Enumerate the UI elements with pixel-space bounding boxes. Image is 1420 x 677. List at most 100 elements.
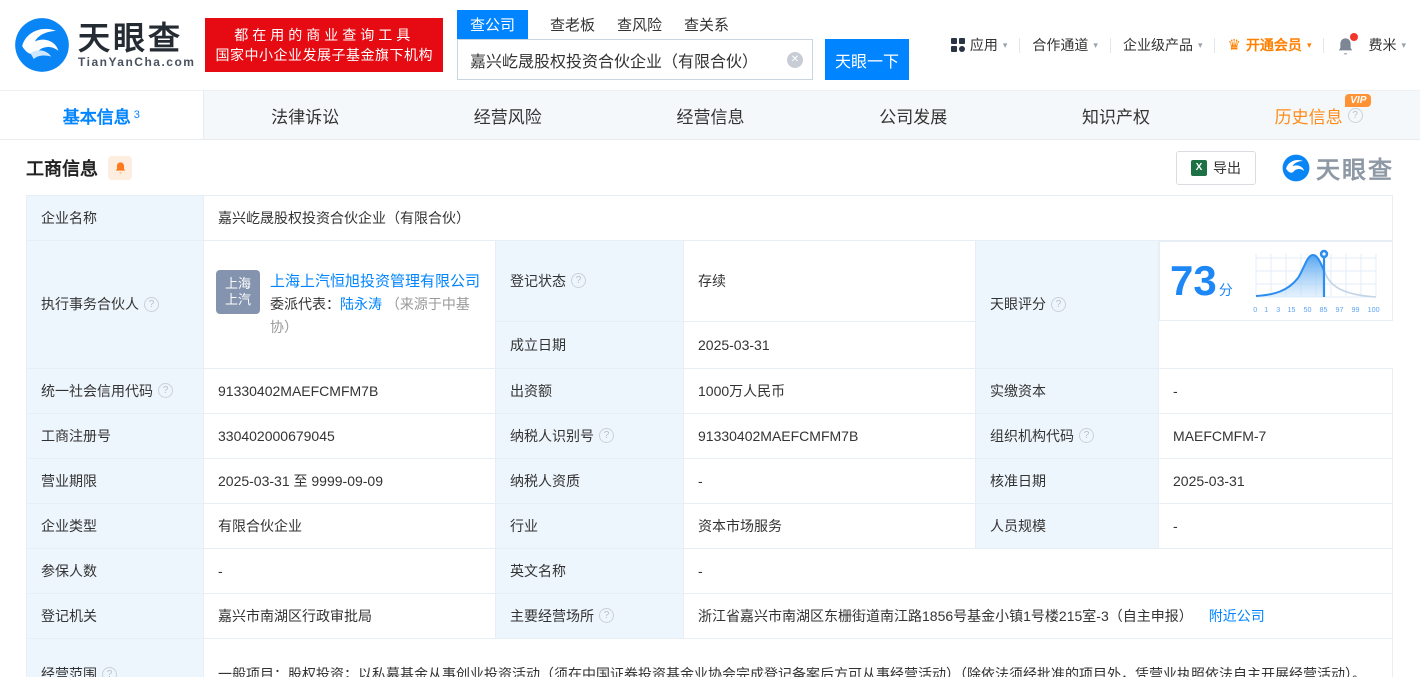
field-paid-capital-value: - [1157, 367, 1394, 414]
field-score-label: 天眼评分? [975, 240, 1159, 369]
caret-down-icon: ▾ [1306, 39, 1312, 50]
apps-grid-icon [950, 38, 965, 52]
company-nav-tabs: 基本信息 3 法律诉讼 经营风险 经营信息 公司发展 知识产权 VIP 历史信息 … [0, 90, 1420, 140]
promo-banner: 都在用的商业查询工具 国家中小企业发展子基金旗下机构 [205, 18, 443, 72]
field-business-scope-value: 一般项目：股权投资；以私募基金从事创业投资活动（须在中国证券投资基金业协会完成登… [202, 637, 1394, 677]
field-industry-value: 资本市场服务 [683, 502, 976, 549]
score-curve [1255, 249, 1377, 298]
monitor-bell-button[interactable] [108, 155, 132, 180]
tianyancha-logo-icon [15, 18, 69, 72]
rep-name-link[interactable]: 陆永涛 [340, 296, 382, 312]
tab-operating-risk[interactable]: 经营风险 [406, 91, 609, 139]
export-button[interactable]: X 导出 [1176, 150, 1256, 185]
field-paid-capital-label: 实缴资本 [975, 367, 1159, 414]
user-menu: 应用 ▾ 合作通道 ▾ 企业级产品 ▾ ♛ 开通会员 ▾ 费米 ▾ [950, 33, 1406, 55]
field-partner-value: 上海 上汽 上海上汽恒旭投资管理有限公司 委派代表：陆永涛 （来源于中基协） [203, 240, 496, 369]
field-reg-authority-value: 嘉兴市南湖区行政审批局 [203, 592, 496, 639]
field-industry-label: 行业 [495, 502, 684, 549]
notification-dot [1350, 33, 1359, 41]
notification-bell-icon[interactable] [1336, 33, 1359, 55]
top-header: 天眼查 TianYanCha.com 都在用的商业查询工具 国家中小企业发展子基… [0, 0, 1420, 90]
search-input[interactable] [456, 39, 813, 80]
field-english-name-label: 英文名称 [495, 547, 684, 594]
caret-down-icon: ▾ [1401, 39, 1406, 50]
tianyancha-logo[interactable]: 天眼查 TianYanCha.com [14, 17, 195, 73]
search-button[interactable]: 天眼一下 [824, 39, 909, 80]
field-taxpayer-id-value: 91330402MAEFCMFM7B [683, 412, 976, 459]
score-axis-tick: 97 [1335, 305, 1344, 314]
promo-line1: 都在用的商业查询工具 [234, 27, 415, 43]
menu-enterprise[interactable]: 企业级产品 ▾ [1123, 35, 1203, 55]
field-org-code-value: MAEFCMFM-7 [1157, 412, 1394, 459]
menu-partners[interactable]: 合作通道 ▾ [1032, 35, 1098, 55]
username: 费米 [1368, 37, 1397, 53]
field-company-name-label: 企业名称 [26, 195, 204, 241]
help-icon[interactable]: ? [1079, 428, 1094, 443]
field-approve-date-label: 核准日期 [975, 457, 1159, 504]
caret-down-icon: ▾ [1093, 39, 1098, 50]
tab-intellectual-property[interactable]: 知识产权 [1015, 91, 1218, 139]
tab-company-development[interactable]: 公司发展 [812, 91, 1015, 139]
partner-company-link[interactable]: 上海上汽恒旭投资管理有限公司 [270, 273, 480, 290]
promo-line2: 国家中小企业发展子基金旗下机构 [215, 47, 433, 63]
help-icon[interactable]: ? [599, 608, 614, 623]
field-staff-size-value: - [1157, 502, 1394, 549]
section-title: 工商信息 [26, 158, 98, 179]
watermark-text: 天眼查 [1316, 157, 1394, 184]
field-establish-date-label: 成立日期 [495, 320, 684, 369]
clear-icon[interactable]: ✕ [786, 52, 803, 68]
help-icon[interactable]: ? [571, 273, 586, 289]
table-row: 工商注册号 330402000679045 纳税人识别号? 91330402MA… [26, 412, 1394, 459]
score-axis-tick: 15 [1287, 305, 1296, 314]
field-address-value: 浙江省嘉兴市南湖区东栅街道南江路1856号基金小镇1号楼215室-3（自主申报）… [682, 592, 1394, 639]
help-icon[interactable]: ? [102, 666, 117, 677]
score-number: 73 [1170, 257, 1217, 304]
search-tab-boss[interactable]: 查老板 [550, 10, 595, 39]
score-distribution-chart: 0 1 3 15 50 85 97 99 100 [1252, 248, 1382, 314]
tab-legal[interactable]: 法律诉讼 [204, 91, 407, 139]
help-icon[interactable]: ? [144, 296, 159, 312]
field-reg-authority-label: 登记机关 [26, 592, 204, 639]
field-taxpayer-quality-label: 纳税人资质 [495, 457, 684, 504]
search-tab-relation[interactable]: 查关系 [684, 10, 729, 39]
field-taxpayer-quality-value: - [683, 457, 976, 504]
score-axis-tick: 50 [1303, 305, 1312, 314]
field-staff-size-label: 人员规模 [975, 502, 1159, 549]
field-credit-code-label: 统一社会信用代码? [26, 367, 204, 414]
tab-badge: 3 [133, 109, 140, 121]
field-score-value: 73 分 0 1 3 15 50 85 97 99 100 [1159, 241, 1393, 321]
field-capital-label: 出资额 [495, 367, 684, 414]
field-reg-number-label: 工商注册号 [26, 412, 204, 459]
field-company-name-value: 嘉兴屹晟股权投资合伙企业（有限合伙） [202, 195, 1394, 241]
field-partner-label: 执行事务合伙人? [26, 240, 204, 369]
logo-subtitle: TianYanCha.com [78, 55, 196, 69]
table-row: 登记机关 嘉兴市南湖区行政审批局 主要经营场所? 浙江省嘉兴市南湖区东栅街道南江… [26, 592, 1394, 639]
address-text: 浙江省嘉兴市南湖区东栅街道南江路1856号基金小镇1号楼215室-3（自主申报） [698, 607, 1193, 624]
menu-vip[interactable]: ♛ 开通会员 ▾ [1227, 35, 1311, 55]
field-insured-count-label: 参保人数 [26, 547, 204, 594]
divider [1214, 37, 1216, 53]
page: 天眼查 TianYanCha.com 都在用的商业查询工具 国家中小企业发展子基… [0, 0, 1420, 677]
help-icon[interactable]: ? [158, 383, 173, 398]
search-tab-company[interactable]: 查公司 [456, 10, 528, 39]
nearby-companies-link[interactable]: 附近公司 [1209, 606, 1265, 626]
table-row: 企业类型 有限合伙企业 行业 资本市场服务 人员规模 - [26, 502, 1394, 549]
vip-badge: VIP [1345, 94, 1372, 107]
menu-apps[interactable]: 应用 ▾ [950, 35, 1008, 55]
field-reg-status-value: 存续 [683, 240, 976, 322]
help-icon[interactable]: ? [1051, 296, 1066, 312]
search-tab-risk[interactable]: 查风险 [617, 10, 662, 39]
tab-history-info[interactable]: VIP 历史信息 ? [1217, 91, 1420, 139]
tab-operating-info[interactable]: 经营信息 [609, 91, 812, 139]
field-establish-date-value: 2025-03-31 [683, 320, 976, 369]
partner-avatar[interactable]: 上海 上汽 [216, 269, 260, 314]
field-english-name-value: - [682, 547, 1394, 594]
caret-down-icon: ▾ [1002, 39, 1008, 50]
help-icon[interactable]: ? [1347, 107, 1363, 123]
table-row: 参保人数 - 英文名称 - [26, 547, 1394, 594]
help-icon[interactable]: ? [599, 428, 614, 443]
field-insured-count-value: - [203, 547, 496, 594]
score-unit: 分 [1218, 282, 1233, 298]
menu-user[interactable]: 费米 ▾ [1368, 35, 1406, 55]
tab-basic-info[interactable]: 基本信息 3 [0, 91, 204, 139]
